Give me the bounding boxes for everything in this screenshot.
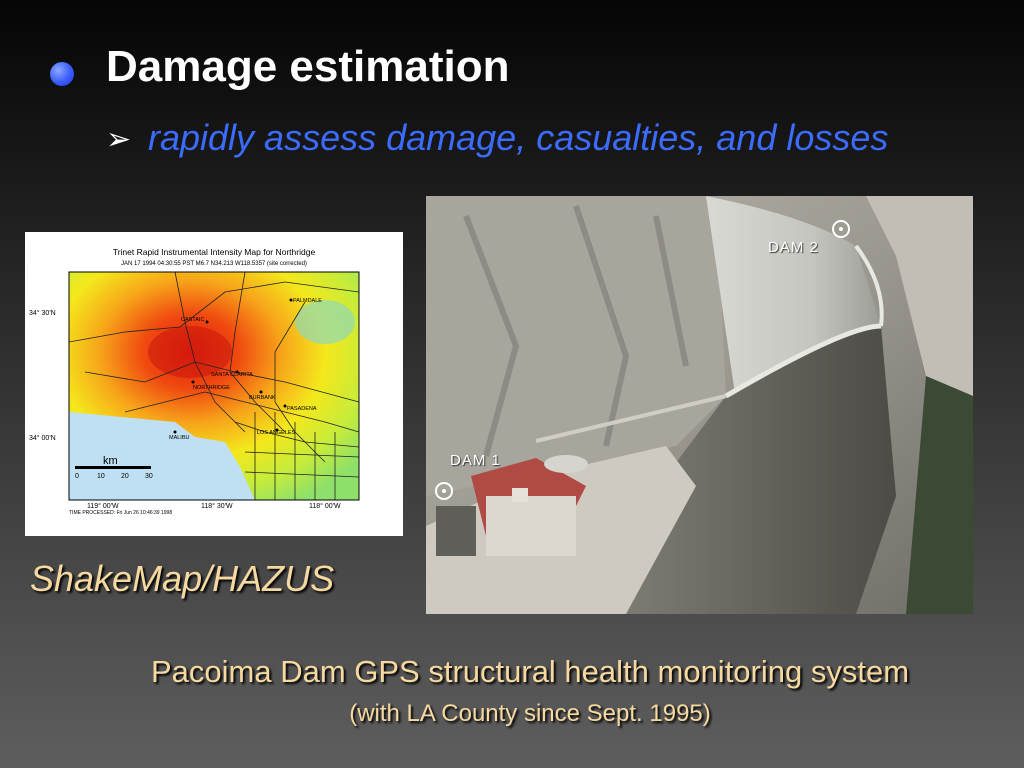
scale-tick-10: 10 <box>97 473 105 480</box>
scale-tick-0: 0 <box>75 473 79 480</box>
slide-heading: Damage estimation <box>106 42 510 91</box>
lat-label-1: 34° 30'N <box>29 309 56 317</box>
place-northridge: NORTHRIDGE <box>193 385 230 391</box>
place-castaic: CASTAIC <box>181 317 204 323</box>
shakemap-subtitle: JAN 17 1994 04:30:55 PST M6.7 N34.213 W1… <box>121 261 307 267</box>
blue-circle-bullet-icon <box>50 62 74 86</box>
slide-subpoint: rapidly assess damage, casualties, and l… <box>148 117 889 158</box>
place-palmdale: PALMDALE <box>293 298 322 304</box>
gps-station-marker-icon <box>832 220 850 238</box>
scale-unit: km <box>103 455 118 467</box>
lat-label-2: 34° 00'N <box>29 434 56 442</box>
lon-label-1: 119° 00'W <box>87 502 119 510</box>
place-burbank: BURBANK <box>249 395 276 401</box>
low-intensity-area <box>295 300 355 344</box>
shakemap-title: Trinet Rapid Instrumental Intensity Map … <box>113 247 316 257</box>
shakemap-svg: Trinet Rapid Instrumental Intensity Map … <box>29 247 360 516</box>
lon-label-2: 118° 30'W <box>201 502 233 510</box>
arrowhead-bullet-icon: ➢ <box>106 123 132 156</box>
scale-tick-20: 20 <box>121 473 129 480</box>
epicenter-area <box>148 326 232 378</box>
dam2-label: DAM 2 <box>768 239 819 256</box>
lon-label-3: 118° 00'W <box>309 502 341 510</box>
gps-station-marker-icon <box>435 482 453 500</box>
time-processed: TIME PROCESSED: Fri Jun 26 10:46:39 1998 <box>69 510 172 516</box>
caption-main: Pacoima Dam GPS structural health monito… <box>150 654 910 689</box>
dam-photo: DAM 1 DAM 2 <box>426 196 973 614</box>
dam-photo-svg <box>426 196 973 614</box>
caption-sub: (with LA County since Sept. 1995) <box>349 700 711 727</box>
dam1-label: DAM 1 <box>450 452 501 469</box>
shakemap-figure: Trinet Rapid Instrumental Intensity Map … <box>25 232 403 536</box>
place-pasadena: PASADENA <box>287 406 317 412</box>
place-santa-clarita: SANTA CLARITA <box>211 372 253 378</box>
map-caption: ShakeMap/HAZUS <box>30 558 335 599</box>
scale-tick-30: 30 <box>145 473 153 480</box>
place-malibu: MALIBU <box>169 435 190 441</box>
